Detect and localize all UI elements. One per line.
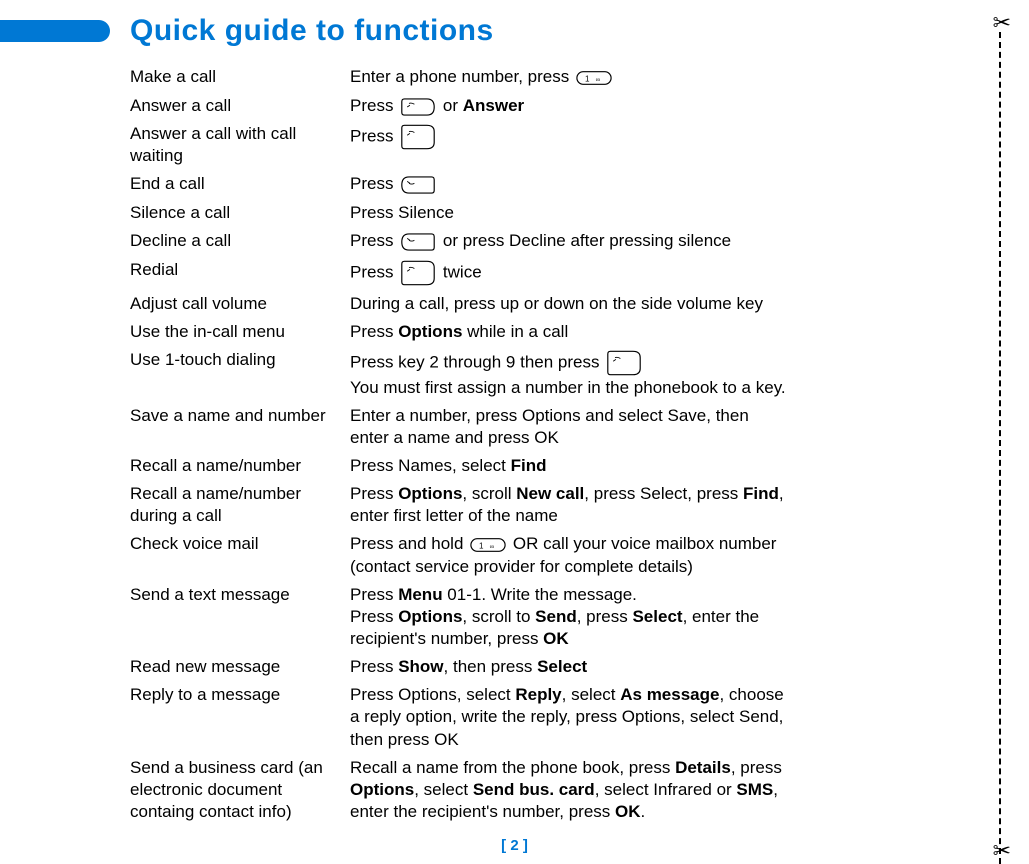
table-row: Adjust call volume During a call, press … (130, 293, 1029, 315)
scissors-icon: ✂ (993, 838, 1011, 864)
action-description: Enter a phone number, press 1∞ (350, 66, 790, 89)
header-bar-decoration (0, 20, 110, 42)
action-label: Read new message (130, 656, 350, 678)
action-label: Recall a name/number (130, 455, 350, 477)
svg-text:1: 1 (479, 542, 484, 551)
action-description: Press twice (350, 259, 790, 287)
table-row: Send a business card (an electronic docu… (130, 757, 1029, 823)
action-label: Answer a call with call waiting (130, 123, 350, 167)
page-number: [ 2 ] (501, 837, 528, 854)
action-description: Press Options while in a call (350, 321, 790, 343)
table-row: Check voice mail Press and hold 1∞ OR ca… (130, 533, 1029, 578)
action-description: Press key 2 through 9 then press You mus… (350, 349, 790, 399)
page-title: Quick guide to functions (130, 14, 494, 48)
action-description: Press Menu 01-1. Write the message. Pres… (350, 584, 790, 650)
table-row: Silence a call Press Silence (130, 202, 1029, 224)
content-table: Make a call Enter a phone number, press … (130, 66, 1029, 823)
end-key-icon (400, 174, 436, 196)
action-description: During a call, press up or down on the s… (350, 293, 790, 315)
action-description: Press Names, select Find (350, 455, 790, 477)
table-row: Answer a call Press or Answer (130, 95, 1029, 118)
action-description: Recall a name from the phone book, press… (350, 757, 790, 823)
table-row: Recall a name/number Press Names, select… (130, 455, 1029, 477)
table-row: Use 1-touch dialing Press key 2 through … (130, 349, 1029, 399)
key-1-icon: 1∞ (470, 534, 506, 556)
action-label: Make a call (130, 66, 350, 88)
action-label: End a call (130, 173, 350, 195)
action-description: Press or press Decline after pressing si… (350, 230, 790, 253)
end-key-icon (400, 230, 436, 252)
action-description: Press and hold 1∞ OR call your voice mai… (350, 533, 790, 578)
action-label: Decline a call (130, 230, 350, 252)
action-description: Press (350, 123, 790, 151)
cut-line (999, 32, 1001, 864)
svg-text:∞: ∞ (596, 77, 601, 84)
action-label: Check voice mail (130, 533, 350, 555)
action-description: Press Options, select Reply, select As m… (350, 684, 790, 750)
action-label: Answer a call (130, 95, 350, 117)
table-row: Redial Press twice (130, 259, 1029, 287)
table-row: Use the in-call menu Press Options while… (130, 321, 1029, 343)
action-description: Press or Answer (350, 95, 790, 118)
table-row: Decline a call Press or press Decline af… (130, 230, 1029, 253)
svg-text:1: 1 (585, 75, 590, 84)
action-description: Press (350, 173, 790, 196)
action-description: Press Silence (350, 202, 790, 224)
action-label: Silence a call (130, 202, 350, 224)
key-1-icon: 1∞ (576, 66, 612, 88)
send-key-icon (400, 95, 436, 117)
action-label: Send a text message (130, 584, 350, 606)
header-row: Quick guide to functions (0, 14, 1029, 48)
svg-text:∞: ∞ (490, 544, 495, 551)
table-row: Make a call Enter a phone number, press … (130, 66, 1029, 89)
action-label: Redial (130, 259, 350, 281)
action-label: Save a name and number (130, 405, 350, 427)
send-key-icon (400, 123, 436, 151)
table-row: Save a name and number Enter a number, p… (130, 405, 1029, 449)
action-label: Send a business card (an electronic docu… (130, 757, 350, 823)
scissors-icon: ✂ (993, 10, 1011, 36)
action-label: Reply to a message (130, 684, 350, 706)
action-description: Press Show, then press Select (350, 656, 790, 678)
action-label: Use the in-call menu (130, 321, 350, 343)
table-row: Read new message Press Show, then press … (130, 656, 1029, 678)
action-description: Enter a number, press Options and select… (350, 405, 790, 449)
table-row: End a call Press (130, 173, 1029, 196)
action-label: Adjust call volume (130, 293, 350, 315)
action-label: Recall a name/number during a call (130, 483, 350, 527)
table-row: Send a text message Press Menu 01-1. Wri… (130, 584, 1029, 650)
send-key-icon (400, 259, 436, 287)
table-row: Recall a name/number during a call Press… (130, 483, 1029, 527)
action-label: Use 1-touch dialing (130, 349, 350, 371)
send-key-icon (606, 349, 642, 377)
table-row: Reply to a message Press Options, select… (130, 684, 1029, 750)
action-description: Press Options, scroll New call, press Se… (350, 483, 790, 527)
table-row: Answer a call with call waiting Press (130, 123, 1029, 167)
